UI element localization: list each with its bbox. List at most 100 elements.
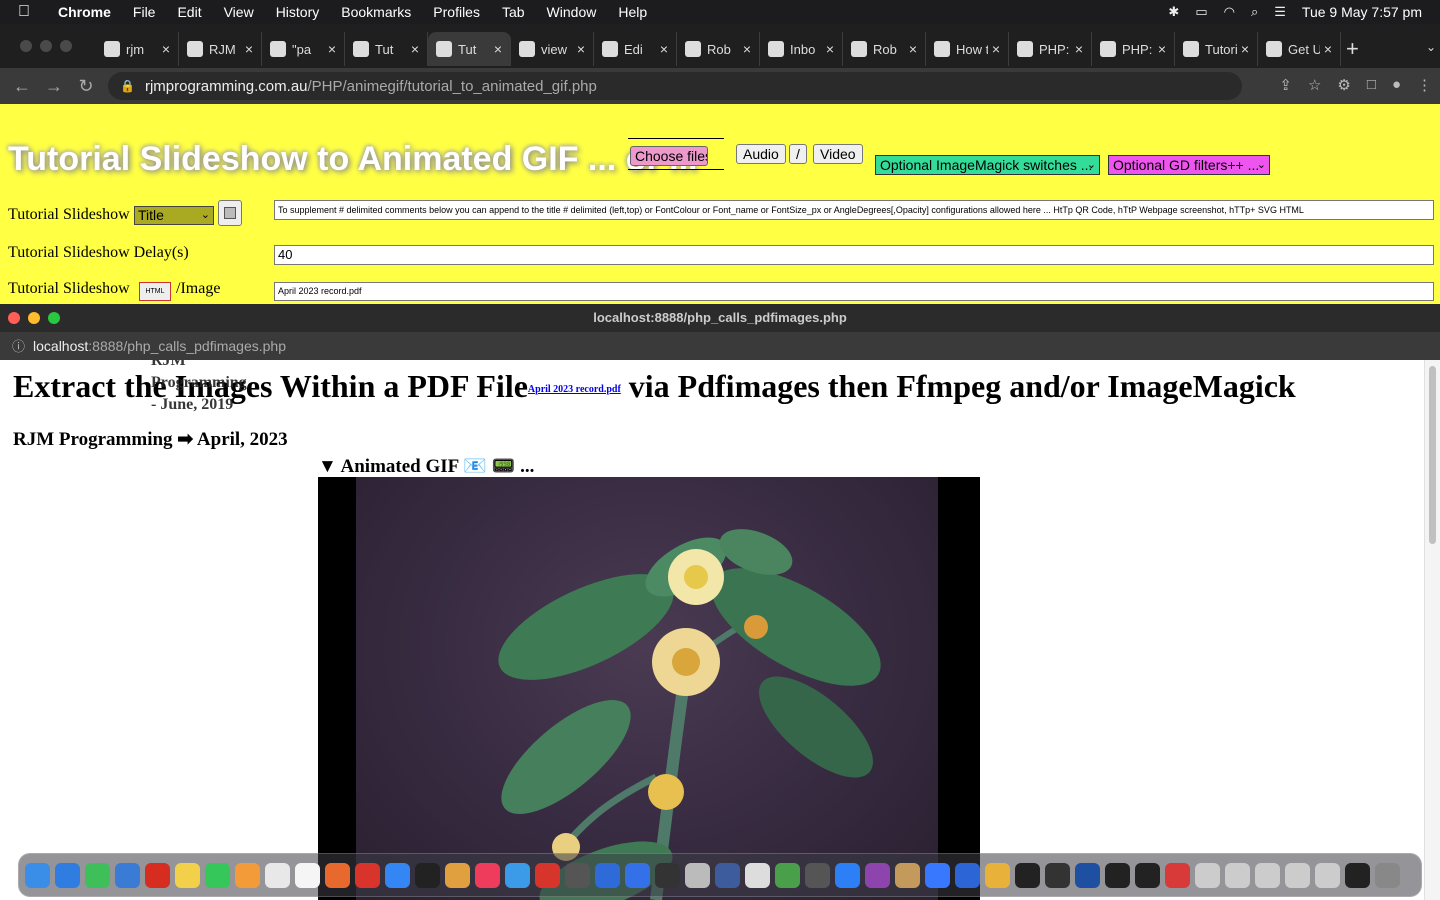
browser-tab[interactable]: Get UR×: [1258, 32, 1341, 66]
popup-address-bar[interactable]: ⓘ localhost:8888/php_calls_pdfimages.php: [0, 332, 1440, 360]
dock-app-icon[interactable]: [265, 862, 290, 888]
tab-close-icon[interactable]: ×: [577, 41, 585, 57]
dock-app-icon[interactable]: [1225, 862, 1250, 888]
tab-close-icon[interactable]: ×: [1075, 41, 1083, 57]
dock-app-icon[interactable]: [1375, 862, 1400, 888]
dock-app-icon[interactable]: [1075, 862, 1100, 888]
browser-tab[interactable]: Rob ×: [677, 32, 760, 66]
file-input[interactable]: Choose files: [628, 138, 724, 170]
dock-app-icon[interactable]: [715, 862, 740, 888]
tab-close-icon[interactable]: ×: [1241, 41, 1249, 57]
menu-help[interactable]: Help: [618, 4, 647, 20]
window-close-button[interactable]: [20, 40, 32, 52]
browser-tab[interactable]: Tutorial×: [1175, 32, 1258, 66]
tab-close-icon[interactable]: ×: [826, 41, 834, 57]
scrollbar-thumb[interactable]: [1429, 366, 1436, 544]
audio-button[interactable]: Audio: [736, 144, 786, 164]
dock-app-icon[interactable]: [1135, 862, 1160, 888]
browser-tab[interactable]: How to×: [926, 32, 1009, 66]
dock-app-icon[interactable]: [205, 862, 230, 888]
dock-app-icon[interactable]: [1285, 862, 1310, 888]
popup-zoom-button[interactable]: [48, 312, 60, 324]
dock-app-icon[interactable]: [415, 862, 440, 888]
tab-close-icon[interactable]: ×: [992, 41, 1000, 57]
side-panel-icon[interactable]: □: [1367, 76, 1376, 94]
browser-tab[interactable]: "pa ×: [262, 32, 345, 66]
popup-minimize-button[interactable]: [28, 312, 40, 324]
dock-app-icon[interactable]: [1195, 862, 1220, 888]
dock-app-icon[interactable]: [25, 862, 50, 888]
browser-tab[interactable]: rjm ×: [96, 32, 179, 66]
dock-app-icon[interactable]: [595, 862, 620, 888]
dock-app-icon[interactable]: [1345, 862, 1370, 888]
popup-close-button[interactable]: [8, 312, 20, 324]
tab-close-icon[interactable]: ×: [909, 41, 917, 57]
delay-field[interactable]: 40: [274, 245, 1434, 265]
dock-app-icon[interactable]: [925, 862, 950, 888]
new-tab-button[interactable]: +: [1346, 36, 1359, 62]
popup-scrollbar[interactable]: [1424, 360, 1440, 900]
tab-search-chevron-icon[interactable]: ⌄: [1426, 40, 1436, 54]
dock-app-icon[interactable]: [445, 862, 470, 888]
menu-history[interactable]: History: [276, 4, 320, 20]
bluetooth-icon[interactable]: ✱: [1168, 4, 1179, 20]
image-file-field[interactable]: April 2023 record.pdf: [274, 282, 1434, 301]
tab-close-icon[interactable]: ×: [494, 41, 502, 57]
forward-icon[interactable]: →: [38, 76, 70, 97]
dock-app-icon[interactable]: [1165, 862, 1190, 888]
menu-app-name[interactable]: Chrome: [58, 4, 111, 20]
dock-app-icon[interactable]: [895, 862, 920, 888]
reload-icon[interactable]: ↻: [70, 76, 102, 97]
dock-app-icon[interactable]: [385, 862, 410, 888]
browser-tab[interactable]: RJM ×: [179, 32, 262, 66]
browser-tab[interactable]: PHP: re×: [1009, 32, 1092, 66]
dock-app-icon[interactable]: [835, 862, 860, 888]
tab-close-icon[interactable]: ×: [162, 41, 170, 57]
dock-app-icon[interactable]: [1105, 862, 1130, 888]
dock-app-icon[interactable]: [745, 862, 770, 888]
dock-app-icon[interactable]: [475, 862, 500, 888]
menu-edit[interactable]: Edit: [177, 4, 201, 20]
dock-app-icon[interactable]: [955, 862, 980, 888]
menubar-clock[interactable]: Tue 9 May 7:57 pm: [1302, 4, 1422, 20]
browser-tab[interactable]: PHP: $_×: [1092, 32, 1175, 66]
dock-app-icon[interactable]: [1255, 862, 1280, 888]
profile-avatar[interactable]: ●: [1392, 76, 1401, 94]
dock-app-icon[interactable]: [685, 862, 710, 888]
video-button[interactable]: Video: [813, 144, 863, 164]
dock-app-icon[interactable]: [235, 862, 260, 888]
dock-app-icon[interactable]: [325, 862, 350, 888]
window-minimize-button[interactable]: [40, 40, 52, 52]
browser-tab[interactable]: Edi ×: [594, 32, 677, 66]
color-picker-button[interactable]: [218, 200, 242, 226]
browser-tab[interactable]: Rob ×: [843, 32, 926, 66]
dock-app-icon[interactable]: [535, 862, 560, 888]
dock-app-icon[interactable]: [775, 862, 800, 888]
dock-app-icon[interactable]: [55, 862, 80, 888]
chrome-menu-icon[interactable]: ⋮: [1417, 76, 1432, 94]
extensions-icon[interactable]: ⚙: [1337, 76, 1350, 94]
imagemagick-select[interactable]: Optional ImageMagick switches ... ⌄: [875, 155, 1100, 175]
menu-window[interactable]: Window: [547, 4, 597, 20]
browser-tab[interactable]: Inbo ×: [760, 32, 843, 66]
pdf-link[interactable]: April 2023 record.pdf: [528, 384, 621, 395]
browser-tab[interactable]: Tut ×: [345, 32, 428, 66]
dock-app-icon[interactable]: [175, 862, 200, 888]
title-config-field[interactable]: To supplement # delimited comments below…: [274, 200, 1434, 220]
dock-app-icon[interactable]: [565, 862, 590, 888]
menu-view[interactable]: View: [224, 4, 254, 20]
menu-tab[interactable]: Tab: [502, 4, 525, 20]
battery-icon[interactable]: ▭: [1195, 4, 1207, 20]
dock-app-icon[interactable]: [85, 862, 110, 888]
dock-app-icon[interactable]: [865, 862, 890, 888]
tab-close-icon[interactable]: ×: [660, 41, 668, 57]
dock-app-icon[interactable]: [805, 862, 830, 888]
dock-app-icon[interactable]: [505, 862, 530, 888]
animated-gif-summary[interactable]: ▼ Animated GIF 📧 📟 ...: [318, 454, 534, 478]
dock-app-icon[interactable]: [295, 862, 320, 888]
wifi-icon[interactable]: ◠: [1224, 4, 1235, 20]
menu-profiles[interactable]: Profiles: [433, 4, 480, 20]
lock-icon[interactable]: 🔒: [120, 79, 135, 93]
search-icon[interactable]: ⌕: [1251, 4, 1258, 20]
share-icon[interactable]: ⇪: [1279, 76, 1292, 94]
